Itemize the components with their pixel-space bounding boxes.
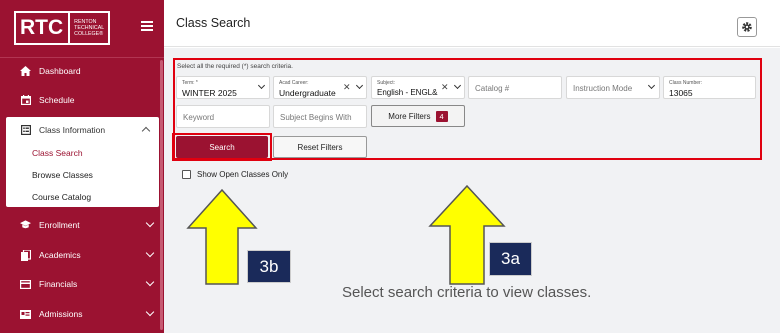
chevron-down-icon xyxy=(257,81,266,90)
clear-icon[interactable]: ✕ xyxy=(441,83,449,92)
list-box-icon xyxy=(20,124,31,135)
class-number-input[interactable]: Class Number: 13065 xyxy=(663,76,756,99)
documents-icon xyxy=(20,249,31,261)
sidebar-item-label: Schedule xyxy=(39,95,75,105)
home-icon xyxy=(20,66,31,77)
sidebar-item-enrollment[interactable]: Enrollment xyxy=(0,211,164,239)
filter-count-badge: 4 xyxy=(435,110,448,122)
search-button-highlight xyxy=(172,133,272,161)
subject-select[interactable]: Subject: English - ENGL& ✕ xyxy=(371,76,465,99)
reset-filters-button[interactable]: Reset Filters xyxy=(273,136,367,158)
logo-text-line: COLLEGE® xyxy=(74,31,104,37)
sidebar-item-label: Academics xyxy=(39,250,81,260)
keyword-placeholder: Keyword xyxy=(183,113,215,122)
subject-begins-input[interactable]: Subject Begins With xyxy=(273,105,367,128)
subject-begins-placeholder: Subject Begins With xyxy=(280,113,352,122)
class-number-label: Class Number: xyxy=(669,80,703,86)
sidebar-item-financials[interactable]: Financials xyxy=(0,270,164,298)
sidebar-item-dashboard[interactable]: Dashboard xyxy=(0,57,164,85)
class-number-value: 13065 xyxy=(669,88,693,98)
chevron-down-icon xyxy=(453,81,462,90)
logo-text: RENTON TECHNICAL COLLEGE® xyxy=(70,19,104,37)
catalog-placeholder: Catalog # xyxy=(475,84,510,93)
chevron-down-icon xyxy=(145,218,155,228)
more-filters-button[interactable]: More Filters 4 xyxy=(371,105,465,127)
catalog-input[interactable]: Catalog # xyxy=(468,76,562,99)
sidebar-scrollbar[interactable] xyxy=(160,60,163,330)
sidebar-item-label: Admissions xyxy=(39,309,83,319)
sidebar-item-admissions[interactable]: Admissions xyxy=(0,300,164,328)
chevron-down-icon xyxy=(647,81,656,90)
term-value: WINTER 2025 xyxy=(182,88,237,98)
submenu-item-browse-classes[interactable]: Browse Classes xyxy=(32,170,93,180)
chevron-down-icon xyxy=(145,277,155,287)
logo-mark: RTC xyxy=(16,13,71,43)
empty-results-message: Select search criteria to view classes. xyxy=(342,284,592,301)
submenu-item-class-search[interactable]: Class Search xyxy=(32,148,83,158)
sidebar-item-label: Dashboard xyxy=(39,66,81,76)
subject-label: Subject: xyxy=(377,80,396,86)
calendar-icon xyxy=(20,95,31,106)
career-select[interactable]: Acad Career: Undergraduate ✕ xyxy=(273,76,367,99)
keyword-input[interactable]: Keyword xyxy=(176,105,270,128)
chevron-down-icon xyxy=(355,81,364,90)
sidebar-item-label: Financials xyxy=(39,279,78,289)
callout-3b: 3b xyxy=(247,250,291,283)
instruction-mode-placeholder: Instruction Mode xyxy=(573,84,633,93)
sidebar-header: RTC RENTON TECHNICAL COLLEGE® xyxy=(0,0,164,58)
open-classes-only-toggle[interactable]: Show Open Classes Only xyxy=(182,170,288,179)
chevron-down-icon xyxy=(145,307,155,317)
sidebar-item-academics[interactable]: Academics xyxy=(0,241,164,269)
gear-icon xyxy=(742,22,752,32)
submenu-item-course-catalog[interactable]: Course Catalog xyxy=(32,192,91,202)
subject-value: English - ENGL& xyxy=(377,88,438,97)
hamburger-menu-icon[interactable] xyxy=(141,21,153,31)
sidebar-item-label: Enrollment xyxy=(39,220,80,230)
top-bar: Class Search xyxy=(164,0,780,47)
sidebar-item-class-information[interactable]: Class Information xyxy=(6,117,159,142)
settings-button[interactable] xyxy=(737,17,757,37)
clear-icon[interactable]: ✕ xyxy=(343,83,351,92)
callout-3a: 3a xyxy=(489,242,532,276)
chevron-up-icon xyxy=(141,126,151,136)
id-card-icon xyxy=(20,309,31,320)
sidebar-item-label: Class Information xyxy=(39,124,106,135)
sidebar-item-schedule[interactable]: Schedule xyxy=(0,86,164,114)
term-label: Term: * xyxy=(182,80,198,86)
criteria-hint: Select all the required (*) search crite… xyxy=(177,63,293,70)
more-filters-label: More Filters xyxy=(388,111,431,121)
rtc-logo[interactable]: RTC RENTON TECHNICAL COLLEGE® xyxy=(14,11,110,45)
graduation-cap-icon xyxy=(20,220,31,231)
page-title: Class Search xyxy=(176,16,251,30)
open-classes-checkbox[interactable] xyxy=(182,170,191,179)
credit-card-icon xyxy=(20,279,31,290)
open-classes-label: Show Open Classes Only xyxy=(197,170,289,179)
career-label: Acad Career: xyxy=(279,80,309,86)
career-value: Undergraduate xyxy=(279,88,336,98)
term-select[interactable]: Term: * WINTER 2025 xyxy=(176,76,270,99)
instruction-mode-select[interactable]: Instruction Mode xyxy=(566,76,660,99)
chevron-down-icon xyxy=(145,248,155,258)
